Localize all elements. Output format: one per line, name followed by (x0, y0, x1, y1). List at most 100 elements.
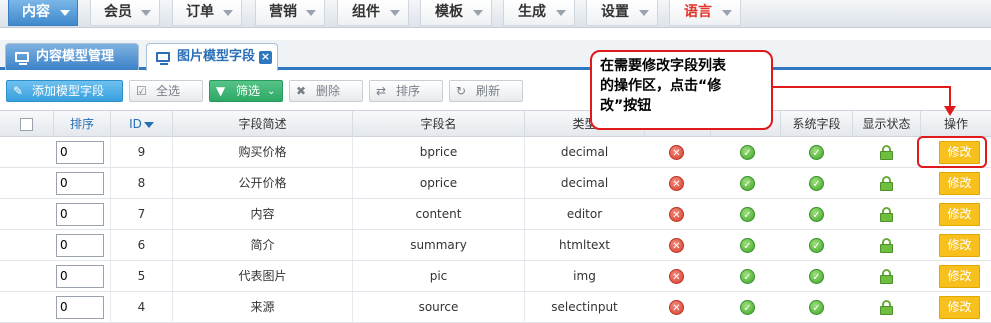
refresh-button[interactable]: ↻ 刷新 (449, 80, 523, 102)
edit-button[interactable]: 修改 (939, 172, 980, 195)
top-menu-generate[interactable]: 生成 (503, 0, 575, 26)
header-order[interactable]: 排序 (53, 111, 110, 137)
cell-desc: 简介 (172, 230, 352, 260)
top-menu-label: 营销 (269, 4, 297, 20)
unlock-icon[interactable] (880, 176, 893, 191)
cell-desc: 内容 (172, 199, 352, 229)
edit-button[interactable]: 修改 (939, 265, 980, 288)
chevron-down-icon (556, 10, 566, 16)
cross-icon[interactable]: ✕ (669, 238, 684, 253)
top-menu-settings[interactable]: 设置 (586, 0, 658, 26)
check-icon[interactable]: ✓ (740, 207, 755, 222)
check-icon[interactable]: ✓ (740, 145, 755, 160)
top-menu-member[interactable]: 会员 (90, 0, 160, 26)
order-input[interactable]: 0 (56, 234, 104, 257)
top-menu-marketing[interactable]: 营销 (255, 0, 325, 26)
check-icon[interactable]: ✓ (740, 269, 755, 284)
cross-icon[interactable]: ✕ (669, 269, 684, 284)
tab-image-model-fields[interactable]: 图片模型字段 × (146, 43, 278, 71)
annotation-callout: 在需要修改字段列表 的操作区，点击“修 改”按钮 (590, 50, 773, 130)
check-icon: ✓ (809, 300, 824, 315)
cell-name: oprice (352, 168, 524, 198)
annotation-arrow-head (944, 106, 956, 116)
add-field-button[interactable]: ✎ 添加模型字段 (6, 80, 123, 102)
cell-type: img (524, 261, 644, 291)
chevron-down-icon (722, 10, 732, 16)
unlock-icon[interactable] (880, 300, 893, 315)
cell-type: decimal (524, 168, 644, 198)
top-menu-label: 内容 (22, 4, 50, 20)
order-input[interactable]: 0 (56, 141, 104, 164)
button-label: 刷新 (476, 84, 501, 98)
cell-type: editor (524, 199, 644, 229)
cell-type: selectinput (524, 292, 644, 322)
check-icon: ☑ (136, 84, 147, 98)
top-menu-order[interactable]: 订单 (172, 0, 242, 26)
select-all-button[interactable]: ☑ 全选 (129, 80, 203, 102)
top-menu-label: 订单 (186, 4, 214, 20)
chevron-down-icon (390, 10, 400, 16)
top-menu-label: 生成 (518, 4, 546, 20)
cross-icon[interactable]: ✕ (669, 207, 684, 222)
table-row: 0 9 购买价格 bprice decimal ✕ ✓ ✓ 修改 (0, 137, 991, 168)
sort-button[interactable]: ⇄ 排序 (369, 80, 443, 102)
header-name: 字段名 (352, 111, 524, 137)
edit-icon: ✎ (13, 84, 24, 98)
header-display: 显示状态 (852, 111, 920, 137)
cell-id: 7 (110, 199, 172, 229)
order-input[interactable]: 0 (56, 203, 104, 226)
top-menu-language[interactable]: 语言 (669, 0, 741, 26)
cell-desc: 代表图片 (172, 261, 352, 291)
unlock-icon[interactable] (880, 238, 893, 253)
top-menu-bar: 内容 会员 订单 营销 组件 模板 生成 设置 语言 (0, 0, 991, 28)
close-icon[interactable]: × (259, 51, 272, 64)
order-input[interactable]: 0 (56, 172, 104, 195)
cross-icon[interactable]: ✕ (669, 145, 684, 160)
cell-id: 5 (110, 261, 172, 291)
top-menu-component[interactable]: 组件 (337, 0, 409, 26)
cell-type: decimal (524, 137, 644, 167)
order-input[interactable]: 0 (56, 296, 104, 319)
callout-line: 在需要修改字段列表 (600, 58, 726, 74)
table-row: 0 6 简介 summary htmltext ✕ ✓ ✓ 修改 (0, 230, 991, 261)
top-menu-template[interactable]: 模板 (420, 0, 492, 26)
monitor-icon (15, 52, 29, 65)
filter-button[interactable]: ▼ 筛选 ⌄ (209, 80, 283, 102)
delete-button[interactable]: ✖ 删除 (289, 80, 363, 102)
cross-icon[interactable]: ✕ (669, 300, 684, 315)
order-input[interactable]: 0 (56, 265, 104, 288)
table-header: 排序 ID 字段简述 字段名 类型 系统字段 显示状态 操作 (0, 110, 991, 137)
annotation-arrow-line (949, 86, 951, 108)
header-select (0, 111, 53, 137)
chevron-down-icon (306, 10, 316, 16)
cell-id: 4 (110, 292, 172, 322)
sort-desc-icon (143, 121, 154, 128)
cell-name: content (352, 199, 524, 229)
tab-content-model-manage[interactable]: 内容模型管理 (5, 43, 139, 70)
annotation-highlight-box (917, 136, 987, 168)
check-icon[interactable]: ✓ (740, 176, 755, 191)
unlock-icon[interactable] (880, 269, 893, 284)
check-icon: ✓ (809, 176, 824, 191)
table-row: 0 7 内容 content editor ✕ ✓ ✓ 修改 (0, 199, 991, 230)
table-row: 0 8 公开价格 oprice decimal ✕ ✓ ✓ 修改 (0, 168, 991, 199)
edit-button[interactable]: 修改 (939, 234, 980, 257)
header-id[interactable]: ID (110, 111, 172, 137)
button-label: 添加模型字段 (32, 84, 105, 98)
top-menu-content[interactable]: 内容 (8, 0, 78, 26)
edit-button[interactable]: 修改 (939, 296, 980, 319)
cell-desc: 公开价格 (172, 168, 352, 198)
button-label: 删除 (316, 84, 341, 98)
unlock-icon[interactable] (880, 145, 893, 160)
check-icon[interactable]: ✓ (740, 238, 755, 253)
cell-desc: 购买价格 (172, 137, 352, 167)
check-icon[interactable]: ✓ (740, 300, 755, 315)
top-menu-label: 模板 (435, 4, 463, 20)
edit-button[interactable]: 修改 (939, 203, 980, 226)
cross-icon[interactable]: ✕ (669, 176, 684, 191)
check-icon: ✓ (809, 269, 824, 284)
chevron-down-icon (60, 10, 70, 16)
select-all-checkbox[interactable] (20, 118, 33, 131)
check-icon: ✓ (809, 238, 824, 253)
unlock-icon[interactable] (880, 207, 893, 222)
